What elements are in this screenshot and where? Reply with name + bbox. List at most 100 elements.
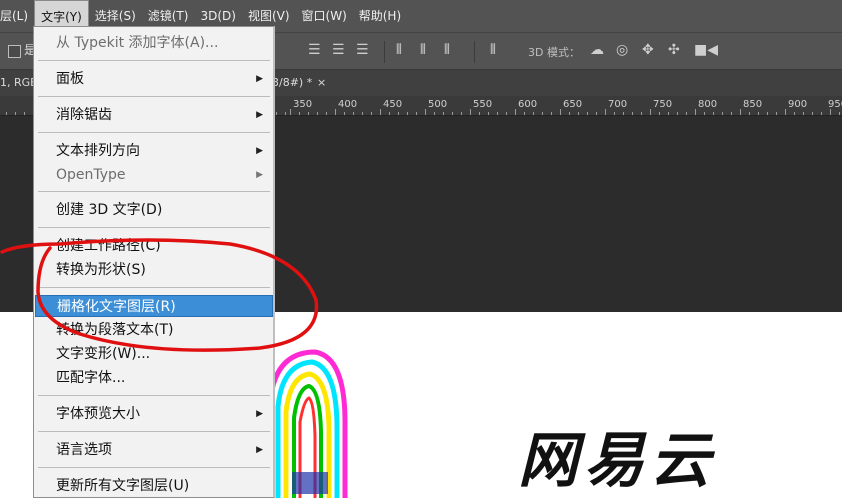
ruler-tick [569,112,570,115]
separator [384,41,385,63]
ruler-tick [722,112,723,115]
ruler-tick [533,112,534,115]
ruler-tick [758,112,759,115]
menu-item-label: 语言选项 [56,442,112,458]
ruler-label: 750 [653,99,673,110]
menu-item-match-font[interactable]: 匹配字体... [35,367,273,389]
align-bottom-icon[interactable]: ☰ [356,42,369,58]
ruler-tick [551,112,552,115]
menu-item-convert-to-paragraph[interactable]: 转换为段落文本(T) [35,319,273,341]
align-top-icon[interactable]: ☰ [308,42,321,58]
menu-item-label: 更新所有文字图层(U) [56,478,190,494]
ruler-label: 400 [338,99,358,110]
ruler-tick [276,112,277,115]
ruler-tick [830,109,831,115]
tab-close-icon[interactable]: × [317,70,326,96]
menu-item-anti-alias[interactable]: 消除锯齿 ▶ [35,104,273,126]
menu-help[interactable]: 帮助(H) [353,0,407,32]
ruler-label: 550 [473,99,493,110]
ruler-tick [299,112,300,115]
menu-layer[interactable]: 层(L) [0,0,34,32]
align-hcenter-icon[interactable]: ⫴ [420,42,426,58]
menu-item-typekit[interactable]: 从 Typekit 添加字体(A)... [35,32,273,54]
menu-item-orientation[interactable]: 文本排列方向 ▶ [35,140,273,162]
menu-separator [38,467,270,468]
ruler-tick [605,109,606,115]
menu-item-panels[interactable]: 面板 ▶ [35,68,273,90]
menu-separator [38,431,270,432]
menu-item-create-3d-text[interactable]: 创建 3D 文字(D) [35,199,273,221]
3d-roll-icon[interactable]: ◎ [616,42,628,58]
ruler-tick [578,112,579,115]
menu-item-opentype[interactable]: OpenType ▶ [35,164,273,186]
ruler-tick [317,112,318,115]
ruler-tick [785,109,786,115]
menu-item-language-options[interactable]: 语言选项 ▶ [35,439,273,461]
menu-item-convert-to-shape[interactable]: 转换为形状(S) [35,259,273,281]
menu-separator [38,395,270,396]
ruler-tick [371,112,372,115]
menu-item-label: 栅格化文字图层(R) [57,299,176,315]
menu-item-warp-text[interactable]: 文字变形(W)... [35,343,273,365]
submenu-arrow-icon: ▶ [256,74,263,84]
ruler-tick [704,112,705,115]
align-left-icon[interactable]: ⫴ [396,42,402,58]
ruler-tick [749,112,750,115]
menu-item-label: 文字变形(W)... [56,346,151,362]
3d-rotate-icon[interactable]: ☁ [590,42,604,58]
ruler-tick [731,112,732,115]
ruler-label: 650 [563,99,583,110]
ruler-tick [443,112,444,115]
ruler-tick [650,109,651,115]
menu-separator [38,96,270,97]
3d-camera-icon[interactable]: ■◀ [694,42,718,58]
menu-item-rasterize-type-layer[interactable]: 栅格化文字图层(R) [35,295,273,317]
ruler-tick [587,112,588,115]
ruler-tick [380,109,381,115]
menu-item-label: 匹配字体... [56,370,126,386]
align-vcenter-icon[interactable]: ☰ [332,42,345,58]
ruler-tick [659,112,660,115]
menu-item-font-preview-size[interactable]: 字体预览大小 ▶ [35,403,273,425]
ruler-tick [479,112,480,115]
ruler-tick [461,112,462,115]
3d-slide-icon[interactable]: ✣ [668,42,680,58]
menu-item-label: 文本排列方向 [56,143,140,159]
ruler-tick [560,109,561,115]
ruler-tick [335,109,336,115]
menu-separator [38,287,270,288]
auto-select-checkbox[interactable] [8,45,21,58]
ruler-tick [362,112,363,115]
menu-item-label: 面板 [56,71,84,87]
menu-item-label: OpenType [56,167,126,183]
ruler-tick [668,112,669,115]
submenu-arrow-icon: ▶ [256,146,263,156]
ruler-tick [452,112,453,115]
distribute-icon[interactable]: ⫴ [490,42,496,58]
ruler-tick [623,112,624,115]
ruler-tick [524,112,525,115]
align-right-icon[interactable]: ⫴ [444,42,450,58]
3d-pan-icon[interactable]: ✥ [642,42,654,58]
ruler-tick [776,112,777,115]
menu-item-update-all-type-layers[interactable]: 更新所有文字图层(U) [35,475,273,497]
separator [474,41,475,63]
ruler-tick [24,112,25,115]
menu-item-label: 从 Typekit 添加字体(A)... [56,35,219,51]
3d-mode-label: 3D 模式： [528,46,580,59]
ruler-tick [515,109,516,115]
ruler-tick [803,112,804,115]
ruler-tick [308,112,309,115]
submenu-arrow-icon: ▶ [256,445,263,455]
menu-separator [38,191,270,192]
ruler-tick [641,112,642,115]
menu-separator [38,227,270,228]
ruler-tick [713,112,714,115]
ruler-tick [596,112,597,115]
type-menu-dropdown: 从 Typekit 添加字体(A)... 面板 ▶ 消除锯齿 ▶ 文本排列方向 ▶ O… [33,26,275,498]
ruler-tick [344,112,345,115]
menu-item-create-work-path[interactable]: 创建工作路径(C) [35,235,273,257]
menu-window[interactable]: 窗口(W) [296,0,353,32]
ruler-tick [290,109,291,115]
document-tab-title[interactable]: 3/8#) * [272,70,312,96]
